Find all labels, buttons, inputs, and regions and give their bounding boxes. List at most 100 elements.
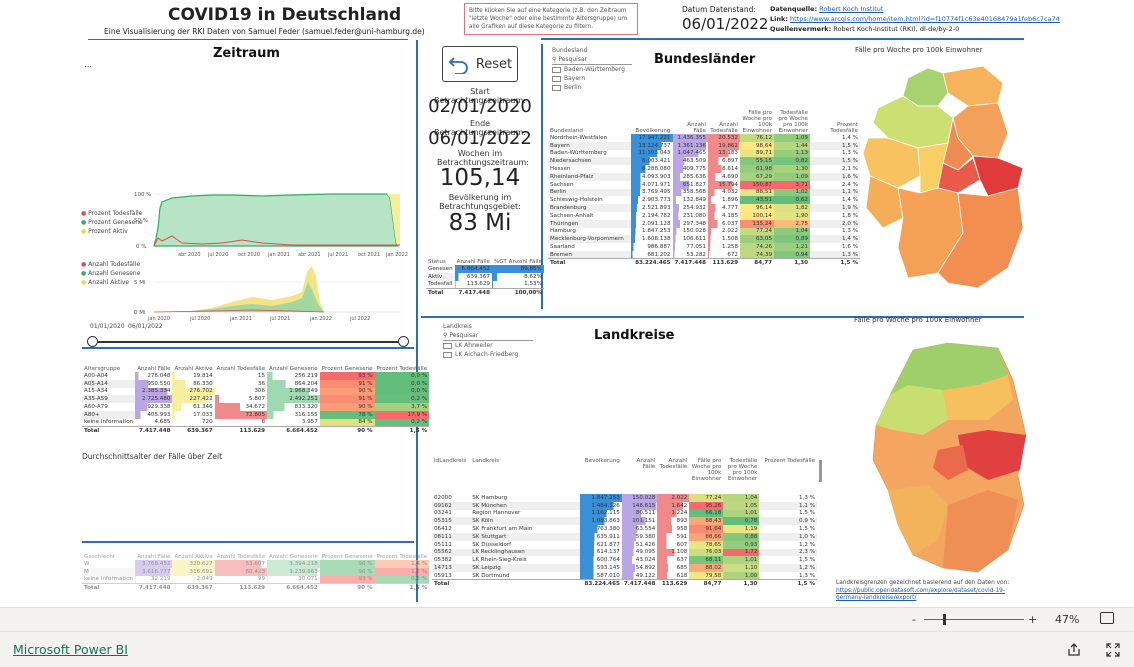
anzahl-chart[interactable]: 5 Mi 0 Mi jan 2020 jul 2020 jan 2021 jul…	[132, 262, 412, 322]
table-row[interactable]: 05562 LK Recklinghausen 614.137 49.095 1.108…	[432, 548, 817, 557]
table-row[interactable]: 05382 LK Rhein-Sieg-Kreis 600.764 43.024 637…	[432, 556, 817, 565]
table-cell: 893	[657, 517, 690, 526]
table-row[interactable]: Sachsen 4.071.971 651.827 15.794 150,87 3,71 2…	[548, 180, 860, 189]
table-cell: 7.417.448	[454, 287, 492, 297]
table-row[interactable]: A35-A59 2.725.480 227.422 5.807 2.492.251 91 …	[82, 395, 430, 404]
slicer-item[interactable]: Berlin	[552, 83, 632, 92]
landkreise-table[interactable]: IdLandkreis Landkreis Bevölkerung Anzahl…	[432, 458, 817, 588]
table-cell: 1,44	[774, 141, 810, 150]
table-row[interactable]: Genesen 6.664.452 89,85%	[426, 265, 544, 273]
reset-button[interactable]: Reset	[442, 46, 518, 82]
table-row[interactable]: Niedersachsen 8.003.421 463.509 6.897 55,15 0…	[548, 157, 860, 166]
table-row[interactable]: Sachsen-Anhalt 2.194.782 231.080 4.185 100,1…	[548, 211, 860, 220]
slicer-item[interactable]: Bayern	[552, 74, 632, 83]
bundeslaender-map[interactable]	[858, 58, 1028, 308]
checkbox-icon	[552, 84, 561, 91]
slider-start-handle[interactable]	[87, 336, 98, 347]
table-total-row[interactable]: Total 83.224.465 7.417.448 113.629 84,77 1,30…	[432, 579, 817, 588]
table-row[interactable]: 14713 SK Leipzig 593.145 54.892 685 88,02 1,10…	[432, 564, 817, 572]
table-row[interactable]: 05111 SK Düsseldorf 621.877 51.426 607 78,65 0…	[432, 540, 817, 549]
table-row[interactable]: 08111 SK Stuttgart 635.911 59.380 591 88,66 0,…	[432, 532, 817, 541]
table-cell: 864.204	[267, 379, 320, 388]
status-table[interactable]: Status Anzahl Fälle %GT Anzahl Fälle Gen…	[426, 248, 544, 297]
slicer-item[interactable]: LK Aichach-Friedberg	[443, 350, 533, 359]
table-total-row[interactable]: Total 7.417.448 100,00%	[426, 287, 544, 297]
quelle-link[interactable]: Robert Koch Institut	[819, 5, 883, 13]
share-icon[interactable]	[1067, 643, 1081, 657]
table-row[interactable]: A05-A14 950.550 86.330 36 864.204 91 % 0,0 %	[82, 379, 430, 388]
table-cell: 61.346	[172, 403, 215, 411]
power-bi-link[interactable]: Microsoft Power BI	[13, 642, 128, 657]
table-row[interactable]: Berlin 3.769.495 358.568 4.032 88,51 1,02 1,1 …	[548, 188, 860, 197]
table-row[interactable]: A15-A34 2.385.334 276.702 306 1.968.349 90 % 0…	[82, 387, 430, 396]
table-row[interactable]: W 3.768.452 320.627 53.607 3.394.218 90 % 1,4 …	[82, 560, 430, 568]
table-cell: 89,85%	[491, 265, 544, 273]
table-row[interactable]: 05315 SK Köln 1.083.863 101.151 893 88,43 0,78…	[432, 517, 817, 526]
table-total-row[interactable]: Total 7.417.448 639.367 113.629 6.664.452 90 …	[82, 426, 430, 435]
landkreis-search[interactable]: ⚲ Pesquisar	[443, 331, 533, 341]
map-region[interactable]	[942, 65, 1004, 107]
zoom-slider-track[interactable]	[924, 619, 1024, 620]
map-source-link[interactable]: https://public.opendatasoft.com/explore/…	[836, 588, 1026, 602]
date-slider-track[interactable]	[92, 341, 404, 343]
table-row[interactable]: Mecklenburg-Vorpommern 1.608.138 106.611 1.…	[548, 235, 860, 244]
table-row[interactable]: 03241 Region Hannover 1.162.115 80.511 1.224…	[432, 509, 817, 518]
table-total-row[interactable]: Total 7.417.448 639.367 113.629 6.664.452 90 …	[82, 582, 430, 592]
zoom-in-button[interactable]: +	[1028, 613, 1037, 626]
table-row[interactable]: Bremen 681.202 53.282 672 74,39 0,94 1,3 %	[548, 250, 860, 259]
table-row[interactable]: 02000 SK Hamburg 1.847.253 150.028 2.022 77,2…	[432, 494, 817, 502]
table-cell: 833.320	[267, 403, 320, 411]
table-cell: 1,1 %	[810, 188, 860, 197]
zoom-out-button[interactable]: -	[912, 613, 916, 626]
table-row[interactable]: Brandenburg 2.521.893 254.932 4.777 96,14 1,8…	[548, 204, 860, 212]
table-cell: 3.394.218	[267, 560, 320, 568]
prozent-chart[interactable]: 100 % 50 % 0 % abr 2020 jul 2020 oct 202…	[132, 188, 412, 260]
table-row[interactable]: Todesfall 113.629 1,53%	[426, 280, 544, 289]
table-cell: 150,87	[740, 180, 774, 189]
table-row[interactable]: Saarland 986.887 77.051 1.258 74,26 1,21 1,6 %	[548, 243, 860, 251]
table-row[interactable]: Hamburg 1.847.253 150.028 2.022 77,24 1,04 1,3…	[548, 227, 860, 236]
table-row[interactable]: 05913 SK Dortmund 587.010 49.122 618 79,58 1,0…	[432, 571, 817, 580]
table-row[interactable]: Hessen 6.288.080 409.775 8.614 61,98 1,30 2,1 …	[548, 165, 860, 173]
slider-end-value[interactable]: 06/01/2022	[128, 323, 163, 330]
zoom-slider-handle[interactable]	[942, 614, 946, 625]
table-total-row[interactable]: Total 83.224.465 7.417.448 113.629 84,77 1,30…	[548, 258, 860, 267]
table-row[interactable]: keine Information 32.219 2.049 99 30.071 93 %…	[82, 575, 430, 584]
table-row[interactable]: Rheinland-Pfalz 4.093.903 285.636 4.690 67,2…	[548, 172, 860, 181]
table-row[interactable]: A00-A04 276.048 19.814 15 256.219 93 % 0,0 %	[82, 372, 430, 380]
table-row[interactable]: Bayern 13.124.737 1.361.136 19.862 98,64 1,44…	[548, 141, 860, 150]
table-row[interactable]: Schleswig-Holstein 2.903.773 132.849 1.896 4…	[548, 196, 860, 205]
slicer-item[interactable]: Baden-Württemberg	[552, 65, 632, 74]
landkreise-map[interactable]	[868, 340, 1028, 575]
table-cell: 1,4 %	[810, 235, 860, 244]
slicer-item[interactable]: LK Ahrweiler	[443, 341, 533, 350]
slider-start-value[interactable]: 01/01/2020	[90, 323, 125, 330]
table-cell: 68,11	[689, 556, 724, 565]
source-url-link[interactable]: https://www.arcgis.com/home/item.html?id…	[790, 15, 1060, 23]
bundeslaender-table[interactable]: Bundesland Bevölkerung Anzahl Fälle Anza…	[548, 98, 860, 267]
table-row[interactable]: Thüringen 2.091.128 297.348 6.037 135,24 2,75…	[548, 219, 860, 228]
alter-table[interactable]: Altersgruppe Anzahl Fälle Anzahl Aktive …	[82, 355, 430, 435]
bundesland-search[interactable]: ⚲ Pesquisar	[552, 55, 632, 65]
table-row[interactable]: Nordrhein-Westfalen 17.947.221 1.436.355 20…	[548, 134, 860, 142]
table-cell: 639.367	[454, 272, 492, 281]
table-scrollbar[interactable]	[819, 460, 822, 482]
table-cell: 929.338	[135, 403, 173, 411]
table-cell: 2,75	[774, 219, 810, 228]
table-row[interactable]: A80+ 405.993 17.033 72.805 316.155 78 % 17,9 %	[82, 410, 430, 419]
table-row[interactable]: M 3.616.777 316.691 60.423 3.239.663 90 % 1,7 …	[82, 567, 430, 576]
table-row[interactable]: 06412 SK Frankfurt am Main 763.380 63.554 95…	[432, 525, 817, 533]
table-row[interactable]: keine Information 4.685 720 8 3.957 84 % 0,2 %	[82, 418, 430, 427]
table-row[interactable]: Aktiv 639.367 8,62%	[426, 272, 544, 281]
table-row[interactable]: Baden-Württemberg 11.103.043 1.047.465 13.1…	[548, 149, 860, 158]
fullscreen-icon[interactable]	[1106, 643, 1120, 657]
table-cell: 1,82	[774, 204, 810, 212]
bundesland-slicer[interactable]: Bundesland ⚲ Pesquisar Baden-Württemberg…	[552, 46, 632, 92]
table-row[interactable]: A60-A79 929.338 61.346 34.672 833.320 90 % 3,7…	[82, 403, 430, 411]
geschlecht-table[interactable]: Geschlecht Anzahl Fälle Anzahl Aktive An…	[82, 545, 430, 592]
landkreis-slicer[interactable]: Landkreis ⚲ Pesquisar LK Ahrweiler LK Ai…	[443, 322, 533, 359]
fit-to-page-icon[interactable]	[1100, 612, 1114, 624]
slider-end-handle[interactable]	[398, 336, 409, 347]
table-row[interactable]: 09162 SK München 1.484.226 148.615 1.642 95,2…	[432, 501, 817, 510]
table-cell: 8.003.421	[630, 157, 673, 166]
